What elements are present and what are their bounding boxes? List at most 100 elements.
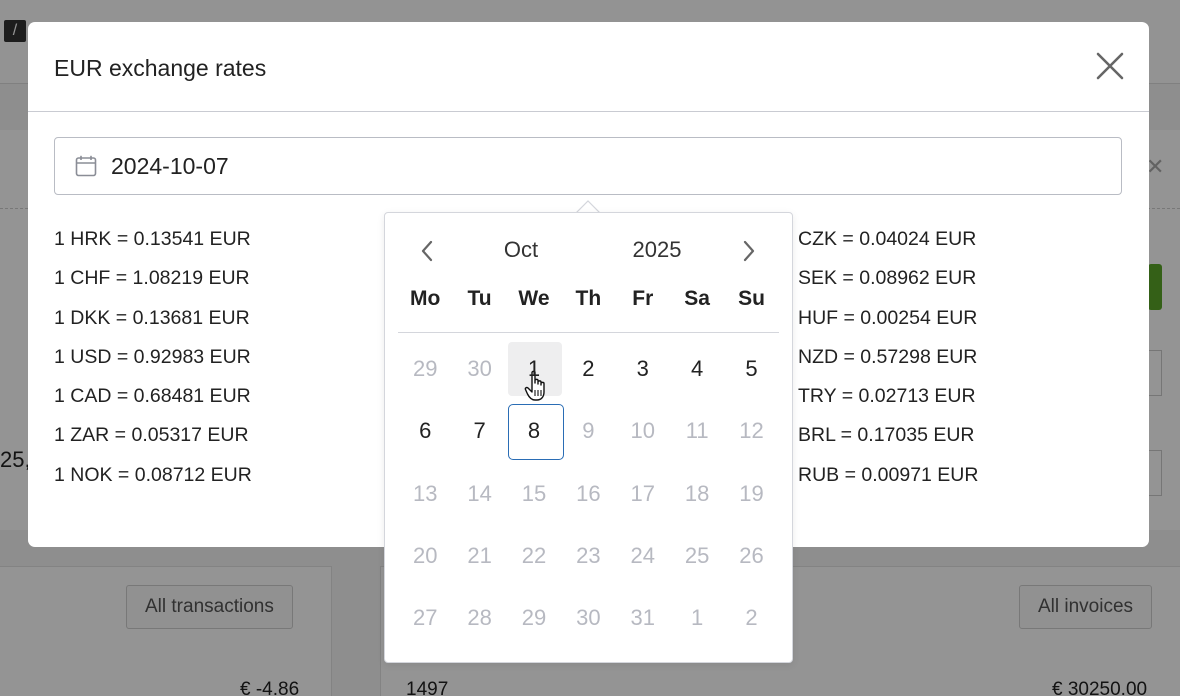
exchange-rate: NZD = 0.57298 EUR <box>798 345 978 368</box>
day-cell: 13 <box>398 463 452 525</box>
day-cell: 1 <box>670 587 724 649</box>
day-number: 4 <box>691 356 704 382</box>
day-cell: 17 <box>616 463 670 525</box>
day-number: 6 <box>419 418 432 444</box>
day-number: 19 <box>739 480 764 506</box>
day-cell: 29 <box>398 338 452 400</box>
year-select[interactable]: 2025 <box>617 237 697 263</box>
weekday-label: Sa <box>684 287 710 310</box>
day-cell: 25 <box>670 525 724 587</box>
day-number: 21 <box>467 543 492 569</box>
day-cell[interactable]: 3 <box>616 338 670 400</box>
day-number: 5 <box>745 356 758 382</box>
day-cell[interactable]: 4 <box>670 338 724 400</box>
exchange-rate: 1 ZAR = 0.05317 EUR <box>54 424 249 447</box>
weekday-label: Su <box>738 287 765 310</box>
day-number: 11 <box>685 418 709 444</box>
calendar-icon <box>75 155 97 177</box>
day-number: 9 <box>582 418 595 444</box>
day-cell-hovered[interactable]: 1 <box>507 338 563 400</box>
weekday-label: Fr <box>632 287 654 310</box>
day-cell: 22 <box>507 525 561 587</box>
day-grid: 29 30 1 2 3 4 5 6 7 8 9 10 11 12 13 14 15 16 17 18 19 20 21 22 2… <box>398 338 779 649</box>
day-number: 22 <box>521 543 547 569</box>
day-number: 31 <box>630 605 655 631</box>
exchange-rate: SEK = 0.08962 EUR <box>798 267 977 290</box>
day-number: 26 <box>739 543 764 569</box>
day-number: 12 <box>739 418 764 444</box>
day-number: 7 <box>473 418 486 444</box>
day-number: 30 <box>576 605 601 631</box>
day-number: 23 <box>576 543 601 569</box>
modal-title: EUR exchange rates <box>54 55 267 81</box>
day-number: 27 <box>412 605 438 631</box>
chevron-right-icon <box>743 240 755 262</box>
weekday-label: Mo <box>410 287 441 310</box>
day-cell: 18 <box>670 463 724 525</box>
day-number: 20 <box>412 543 438 569</box>
day-number: 3 <box>636 356 649 382</box>
day-number: 29 <box>412 356 438 382</box>
exchange-rate: 1 CHF = 1.08219 EUR <box>54 267 250 290</box>
week-row: 13 14 15 16 17 18 19 <box>398 463 779 525</box>
week-row: 6 7 8 9 10 11 12 <box>398 400 779 462</box>
day-cell: 2 <box>724 587 778 649</box>
day-cell: 30 <box>561 587 615 649</box>
day-cell[interactable]: 2 <box>561 338 615 400</box>
day-cell: 27 <box>398 587 452 649</box>
day-number: 1 <box>691 605 704 631</box>
day-number: 15 <box>521 480 547 506</box>
week-row: 27 28 29 30 31 1 2 <box>398 587 779 649</box>
day-cell: 19 <box>724 463 778 525</box>
exchange-rate: HUF = 0.00254 EUR <box>798 306 978 329</box>
close-icon <box>1096 52 1124 80</box>
day-number: 18 <box>684 480 710 506</box>
day-cell: 12 <box>724 400 778 462</box>
day-cell: 30 <box>452 338 506 400</box>
weekday-header: Mo Tu We Th Fr Sa Su <box>398 287 779 311</box>
exchange-rate: TRY = 0.02713 EUR <box>798 385 976 408</box>
date-field[interactable] <box>54 137 1122 195</box>
day-number: 8 <box>527 418 541 444</box>
day-number: 13 <box>412 480 438 506</box>
exchange-rate: RUB = 0.00971 EUR <box>798 463 979 486</box>
day-number: 17 <box>630 480 655 506</box>
day-number: 25 <box>684 543 710 569</box>
weekday-label: Th <box>575 287 602 310</box>
day-number: 14 <box>467 480 492 506</box>
weekday-label: We <box>518 287 550 310</box>
next-month-button[interactable] <box>737 237 761 265</box>
day-cell: 26 <box>724 525 778 587</box>
day-number: 1 <box>527 356 541 382</box>
day-cell[interactable]: 6 <box>398 400 452 462</box>
day-cell[interactable]: 5 <box>724 338 778 400</box>
chevron-left-icon <box>421 240 433 262</box>
day-cell: 10 <box>616 400 670 462</box>
day-cell: 15 <box>507 463 561 525</box>
datepicker: Oct 2025 Mo Tu We Th Fr Sa Su 29 30 1 2 3 4 5 6 7 8 9 10 1… <box>384 212 793 663</box>
day-cell: 29 <box>507 587 561 649</box>
rates-list-left: 1 HRK = 0.13541 EUR 1 CHF = 1.08219 EUR 1 … <box>54 227 252 502</box>
day-cell-selected[interactable]: 8 <box>507 400 565 462</box>
day-cell: 21 <box>452 525 506 587</box>
exchange-rate: CZK = 0.04024 EUR <box>798 228 977 250</box>
day-number: 28 <box>467 605 492 631</box>
day-cell: 11 <box>670 400 724 462</box>
day-cell: 14 <box>452 463 506 525</box>
day-cell[interactable]: 7 <box>452 400 506 462</box>
day-number: 16 <box>576 480 601 506</box>
exchange-rate: 1 USD = 0.92983 EUR <box>54 345 251 368</box>
close-button[interactable] <box>1094 50 1126 82</box>
day-cell: 28 <box>452 587 506 649</box>
day-number: 2 <box>745 605 758 631</box>
day-number: 24 <box>630 543 655 569</box>
day-cell: 9 <box>561 400 615 462</box>
exchange-rate: 1 CAD = 0.68481 EUR <box>54 385 251 408</box>
day-number: 2 <box>582 356 595 382</box>
weekday-label: Tu <box>467 287 492 310</box>
previous-month-button[interactable] <box>415 237 439 265</box>
exchange-rate: BRL = 0.17035 EUR <box>798 424 975 447</box>
date-input[interactable] <box>111 153 511 180</box>
month-select[interactable]: Oct <box>481 237 561 263</box>
rates-list-right: CZK = 0.04024 EUR SEK = 0.08962 EUR HUF = … <box>798 227 978 502</box>
